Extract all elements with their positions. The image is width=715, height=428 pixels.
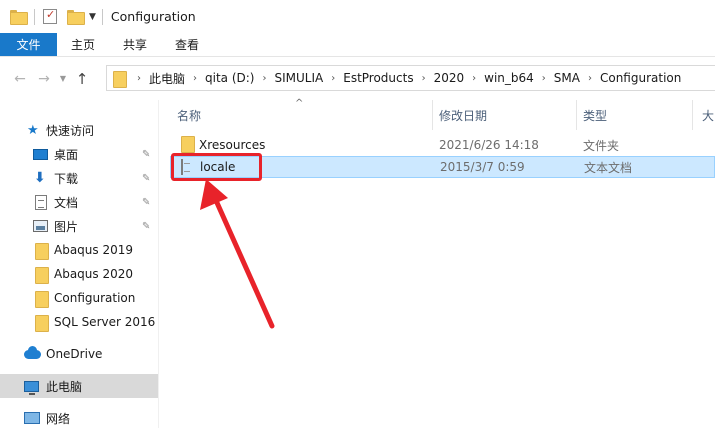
folder-icon xyxy=(181,136,195,154)
chevron-right-icon[interactable]: › xyxy=(588,73,592,84)
folder-icon xyxy=(113,70,127,88)
pin-icon[interactable]: ✎ xyxy=(142,149,150,160)
breadcrumb-sma[interactable]: SMA xyxy=(554,71,580,85)
customize-toolbar-icon[interactable]: ▼ xyxy=(89,12,96,22)
forward-button[interactable]: → xyxy=(32,67,56,91)
tab-home[interactable]: 主页 xyxy=(57,33,109,56)
pin-icon[interactable]: ✎ xyxy=(142,173,150,184)
folder-icon xyxy=(10,10,28,25)
folder-icon xyxy=(35,242,49,260)
sidebar-item-label: Configuration xyxy=(54,291,136,305)
folder-icon xyxy=(35,290,49,308)
title-bar: ▼ Configuration xyxy=(0,0,715,33)
file-modified: 2015/3/7 0:59 xyxy=(440,160,525,174)
window-title: Configuration xyxy=(110,9,196,24)
cloud-icon xyxy=(24,345,41,359)
sidebar-item-label: 文档 xyxy=(54,195,79,210)
sidebar-item-downloads[interactable]: ⬇ 下载 ✎ xyxy=(0,166,158,190)
folder-icon xyxy=(35,314,49,332)
arrow-up-icon: ↑ xyxy=(75,69,89,88)
sort-ascending-icon: ^ xyxy=(295,98,304,109)
quick-access-toolbar: ▼ xyxy=(0,0,103,33)
navigation-bar: ← → ▼ ↑ › 此电脑 › qita (D:) › SIMULIA › Es… xyxy=(0,57,715,100)
documents-icon xyxy=(35,194,47,210)
sidebar-item-label: 下载 xyxy=(54,171,79,186)
breadcrumb-this-pc[interactable]: 此电脑 xyxy=(149,70,185,87)
breadcrumb-simulia[interactable]: SIMULIA xyxy=(275,71,324,85)
file-modified: 2021/6/26 14:18 xyxy=(439,138,539,152)
chevron-right-icon[interactable]: › xyxy=(422,73,426,84)
address-bar[interactable]: › 此电脑 › qita (D:) › SIMULIA › EstProduct… xyxy=(106,65,715,91)
column-header-type[interactable]: 类型 xyxy=(583,100,607,130)
sidebar-item-label: 桌面 xyxy=(54,147,79,162)
computer-icon xyxy=(24,380,39,395)
back-button[interactable]: ← xyxy=(8,67,32,91)
tab-view[interactable]: 查看 xyxy=(161,33,213,56)
column-header-modified[interactable]: 修改日期 xyxy=(439,100,487,130)
column-header-size[interactable]: 大 xyxy=(702,100,714,130)
pictures-icon xyxy=(33,220,48,232)
sidebar-item-label: 此电脑 xyxy=(46,379,83,394)
chevron-right-icon[interactable]: › xyxy=(472,73,476,84)
chevron-down-icon: ▼ xyxy=(59,74,67,83)
arrow-right-icon: → xyxy=(38,70,50,87)
toolbar-divider xyxy=(101,8,103,25)
sidebar-item-abaqus-2020[interactable]: Abaqus 2020 xyxy=(0,262,158,286)
chevron-right-icon[interactable]: › xyxy=(137,73,141,84)
pin-icon[interactable]: ✎ xyxy=(142,221,150,232)
network-icon xyxy=(24,412,40,424)
arrow-left-icon: ← xyxy=(14,70,26,87)
breadcrumb-estproducts[interactable]: EstProducts xyxy=(343,71,413,85)
sidebar-item-label: OneDrive xyxy=(46,347,103,361)
up-button[interactable]: ↑ xyxy=(70,67,94,91)
new-folder-icon[interactable] xyxy=(67,10,85,25)
file-type: 文件夹 xyxy=(583,138,620,153)
column-header-name[interactable]: 名称 xyxy=(177,100,201,130)
sidebar-item-abaqus-2019[interactable]: Abaqus 2019 xyxy=(0,238,158,262)
download-icon: ⬇ xyxy=(34,170,46,186)
breadcrumb-2020[interactable]: 2020 xyxy=(434,71,465,85)
pane-divider[interactable] xyxy=(158,100,159,428)
recent-locations-button[interactable]: ▼ xyxy=(56,67,70,91)
sidebar-item-network[interactable]: 网络 xyxy=(0,406,158,428)
sidebar-item-quick-access[interactable]: ★ 快速访问 xyxy=(0,118,158,142)
pin-icon[interactable]: ✎ xyxy=(142,197,150,208)
file-name: Xresources xyxy=(199,138,266,152)
chevron-right-icon[interactable]: › xyxy=(263,73,267,84)
chevron-right-icon[interactable]: › xyxy=(542,73,546,84)
chevron-right-icon[interactable]: › xyxy=(193,73,197,84)
sidebar-item-desktop[interactable]: 桌面 ✎ xyxy=(0,142,158,166)
toolbar-divider xyxy=(34,8,35,25)
column-divider[interactable] xyxy=(576,100,577,130)
file-list: ^ 名称 修改日期 类型 大 Xresources 2021/6/26 14:1… xyxy=(160,98,715,428)
tab-file[interactable]: 文件 xyxy=(0,33,57,56)
sidebar-item-this-pc[interactable]: 此电脑 xyxy=(0,374,158,398)
sidebar-item-onedrive[interactable]: OneDrive xyxy=(0,342,158,366)
desktop-icon xyxy=(33,148,48,160)
breadcrumb-win-b64[interactable]: win_b64 xyxy=(484,71,534,85)
chevron-right-icon[interactable]: › xyxy=(331,73,335,84)
folder-icon xyxy=(35,266,49,284)
navigation-pane: ★ 快速访问 桌面 ✎ ⬇ 下载 ✎ 文档 ✎ 图片 ✎ Abaqus 2019… xyxy=(0,100,158,428)
sidebar-item-configuration[interactable]: Configuration xyxy=(0,286,158,310)
star-icon: ★ xyxy=(27,122,39,138)
sidebar-item-sql-server-2016[interactable]: SQL Server 2016 xyxy=(0,310,158,334)
properties-icon[interactable] xyxy=(43,8,57,24)
sidebar-item-pictures[interactable]: 图片 ✎ xyxy=(0,214,158,238)
sidebar-item-label: 图片 xyxy=(54,219,79,234)
sidebar-item-documents[interactable]: 文档 ✎ xyxy=(0,190,158,214)
file-type: 文本文档 xyxy=(584,160,633,175)
sidebar-item-label: 网络 xyxy=(46,411,71,426)
tab-share[interactable]: 共享 xyxy=(109,33,161,56)
breadcrumb-drive[interactable]: qita (D:) xyxy=(205,71,254,85)
annotation-highlight-box xyxy=(171,153,262,181)
sidebar-item-label: 快速访问 xyxy=(46,123,95,138)
breadcrumb-configuration[interactable]: Configuration xyxy=(600,71,681,85)
sidebar-item-label: Abaqus 2020 xyxy=(54,267,134,281)
ribbon-tabs: 文件 主页 共享 查看 xyxy=(0,33,715,57)
column-divider[interactable] xyxy=(432,100,433,130)
sidebar-item-label: Abaqus 2019 xyxy=(54,243,134,257)
column-divider[interactable] xyxy=(692,100,693,130)
sidebar-item-label: SQL Server 2016 xyxy=(54,315,156,329)
